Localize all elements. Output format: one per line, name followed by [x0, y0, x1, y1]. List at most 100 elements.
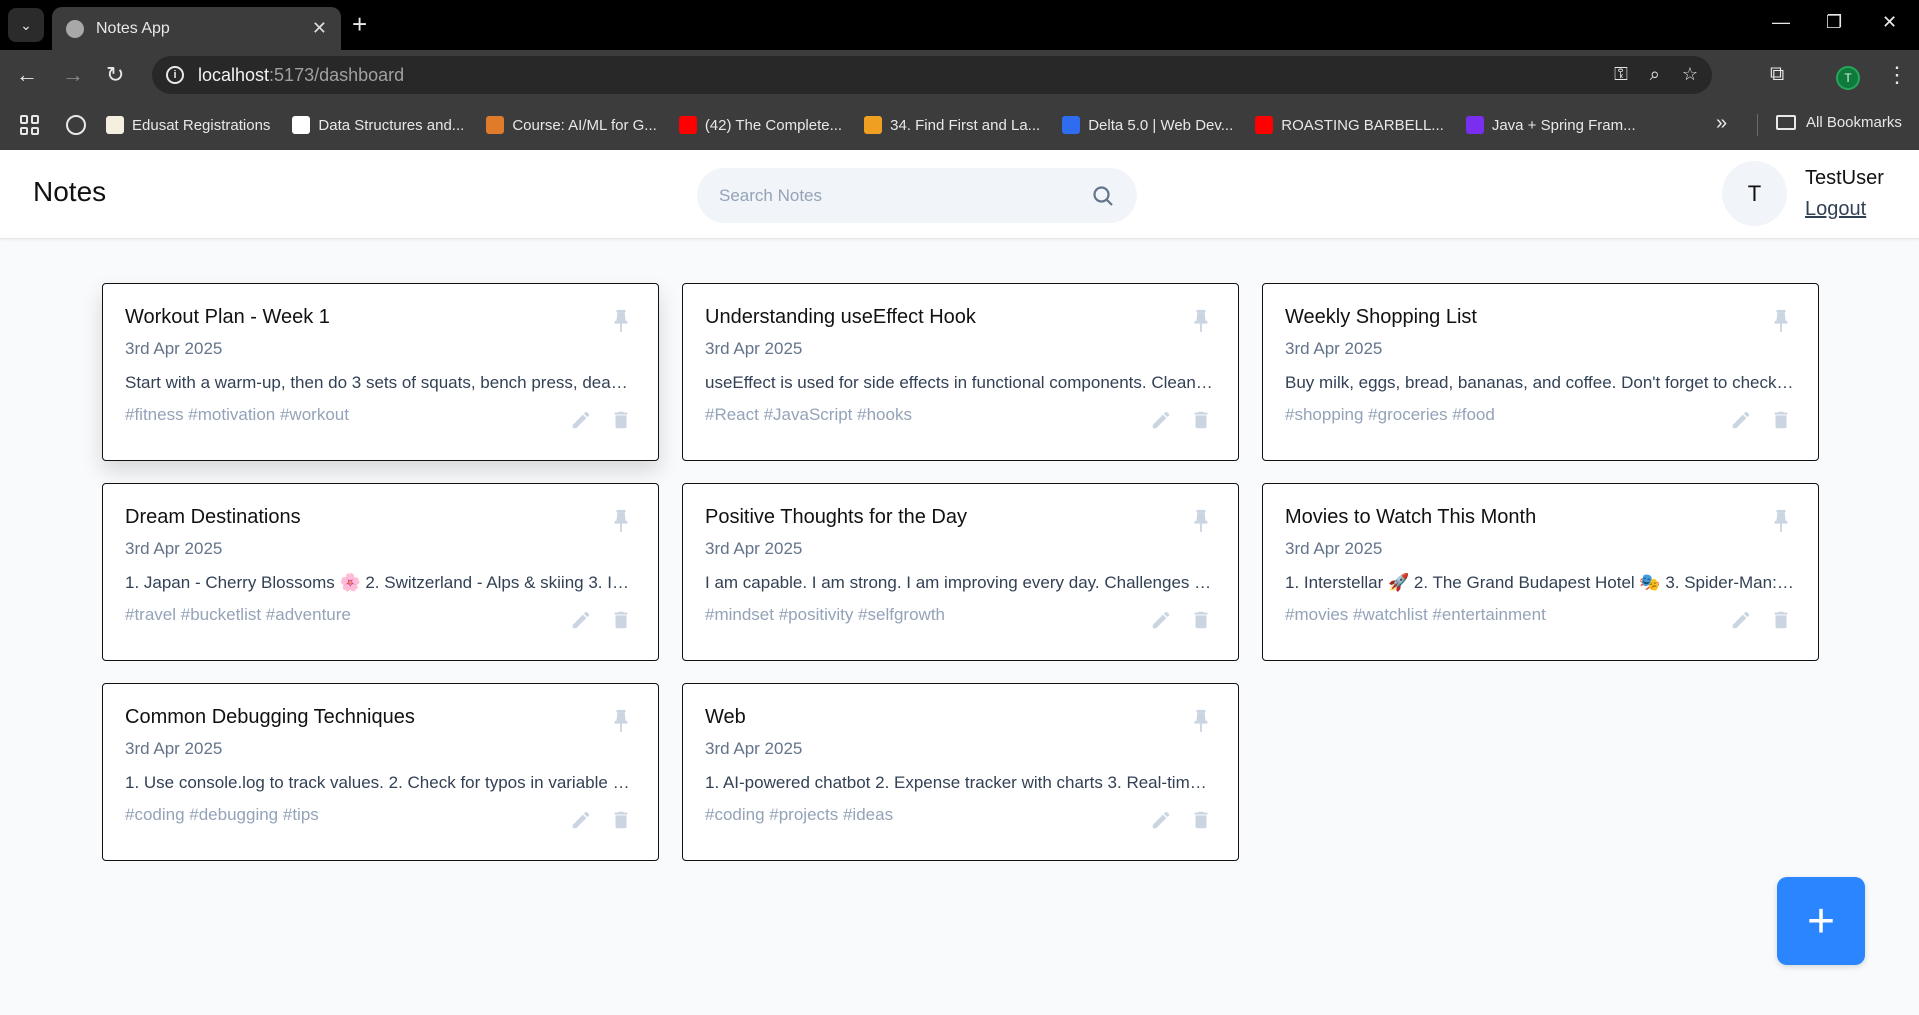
user-name: TestUser: [1805, 167, 1884, 189]
bookmark-label: Java + Spring Fram...: [1491, 116, 1636, 134]
note-content: Start with a warm-up, then do 3 sets of …: [125, 373, 635, 392]
search-icon[interactable]: [1091, 184, 1115, 208]
edit-icon[interactable]: [1150, 609, 1172, 636]
note-card[interactable]: Common Debugging Techniques 3rd Apr 2025 1…: [102, 683, 659, 861]
note-card[interactable]: Positive Thoughts for the Day 3rd Apr 202…: [682, 483, 1239, 661]
note-date: 3rd Apr 2025: [1285, 339, 1383, 358]
note-card[interactable]: Understanding useEffect Hook 3rd Apr 2025…: [682, 283, 1239, 461]
note-date: 3rd Apr 2025: [705, 739, 803, 758]
note-title: Understanding useEffect Hook: [705, 306, 976, 328]
edit-icon[interactable]: [570, 409, 592, 436]
edit-icon[interactable]: [1730, 409, 1752, 436]
forward-icon[interactable]: →: [62, 63, 84, 87]
window-close-icon[interactable]: ✕: [1882, 12, 1897, 33]
delete-icon[interactable]: [610, 609, 632, 636]
tab-search-button[interactable]: ⌄: [8, 8, 44, 42]
bookmark-label: Data Structures and...: [318, 116, 465, 134]
bookmark-item[interactable]: 34. Find First and La...: [864, 116, 1040, 134]
bookmark-label: Delta 5.0 | Web Dev...: [1088, 116, 1234, 134]
site-info-icon[interactable]: i: [166, 66, 184, 84]
note-title: Dream Destinations: [125, 506, 301, 528]
bookmark-item[interactable]: Delta 5.0 | Web Dev...: [1062, 116, 1233, 134]
back-icon[interactable]: ←: [16, 63, 38, 87]
note-content: Buy milk, eggs, bread, bananas, and coff…: [1285, 373, 1795, 392]
edit-icon[interactable]: [570, 809, 592, 836]
new-tab-button[interactable]: +: [352, 10, 367, 38]
pin-icon[interactable]: [610, 308, 632, 334]
profile-avatar[interactable]: T: [1836, 66, 1860, 90]
logout-button[interactable]: Logout: [1805, 198, 1866, 221]
bookmark-label: Edusat Registrations: [132, 116, 271, 134]
bookmark-favicon-icon: [1465, 116, 1484, 134]
delete-icon[interactable]: [1190, 409, 1212, 436]
password-key-icon[interactable]: ⚿: [1614, 64, 1628, 85]
note-tags: #travel #bucketlist #adventure: [125, 605, 351, 624]
note-title: Movies to Watch This Month: [1285, 506, 1537, 528]
note-content: I am capable. I am strong. I am improvin…: [705, 573, 1215, 592]
bookmark-item[interactable]: Data Structures and...: [292, 116, 464, 134]
notes-grid: Workout Plan - Week 1 3rd Apr 2025 Start w…: [102, 283, 1820, 861]
globe-icon[interactable]: [66, 115, 86, 135]
extensions-icon[interactable]: ⧉: [1770, 63, 1784, 86]
add-note-button[interactable]: +: [1777, 877, 1865, 965]
bookmark-item[interactable]: Java + Spring Fram...: [1465, 116, 1636, 134]
note-date: 3rd Apr 2025: [125, 339, 223, 358]
edit-icon[interactable]: [570, 609, 592, 636]
restore-icon[interactable]: ❐: [1826, 12, 1842, 33]
note-card[interactable]: Dream Destinations 3rd Apr 2025 1. Japan -…: [102, 483, 659, 661]
bookmark-favicon-icon: [486, 116, 505, 134]
bookmark-item[interactable]: ROASTING BARBELL...: [1255, 116, 1444, 134]
note-tags: #coding #projects #ideas: [705, 805, 894, 824]
zoom-icon[interactable]: ⌕: [1650, 64, 1660, 85]
edit-icon[interactable]: [1150, 409, 1172, 436]
pin-icon[interactable]: [1770, 508, 1792, 534]
pin-icon[interactable]: [1190, 708, 1212, 734]
search-bar: [697, 168, 1137, 223]
bookmark-item[interactable]: Course: AI/ML for G...: [486, 116, 657, 134]
browser-tab[interactable]: Notes App ✕: [52, 7, 341, 50]
apps-grid-icon[interactable]: [20, 115, 40, 135]
pin-icon[interactable]: [610, 708, 632, 734]
more-bookmarks-icon[interactable]: »: [1716, 112, 1727, 135]
tab-favicon-icon: [66, 19, 84, 38]
bookmark-item[interactable]: (42) The Complete...: [678, 116, 843, 134]
note-tags: #fitness #motivation #workout: [125, 405, 349, 424]
note-card[interactable]: Web 3rd Apr 2025 1. AI-powered chatbot 2. …: [682, 683, 1239, 861]
delete-icon[interactable]: [1770, 609, 1792, 636]
search-input[interactable]: [719, 185, 1091, 206]
note-card[interactable]: Movies to Watch This Month 3rd Apr 2025 1.…: [1262, 483, 1819, 661]
url-host: localhost: [198, 64, 270, 85]
bookmarks-bar: Edusat Registrations Data Structures and.…: [0, 100, 1919, 150]
tab-close-icon[interactable]: ✕: [312, 18, 327, 39]
bookmark-favicon-icon: [1062, 116, 1081, 134]
delete-icon[interactable]: [1770, 409, 1792, 436]
note-content: useEffect is used for side effects in fu…: [705, 373, 1215, 392]
minimize-icon[interactable]: —: [1772, 12, 1790, 33]
bookmark-label: (42) The Complete...: [704, 116, 843, 134]
delete-icon[interactable]: [1190, 609, 1212, 636]
note-card[interactable]: Workout Plan - Week 1 3rd Apr 2025 Start w…: [102, 283, 659, 461]
edit-icon[interactable]: [1150, 809, 1172, 836]
delete-icon[interactable]: [610, 409, 632, 436]
bookmark-favicon-icon: [678, 116, 697, 134]
edit-icon[interactable]: [1730, 609, 1752, 636]
note-card[interactable]: Weekly Shopping List 3rd Apr 2025 Buy milk…: [1262, 283, 1819, 461]
note-content: 1. AI-powered chatbot 2. Expense tracker…: [705, 773, 1215, 792]
bookmark-star-icon[interactable]: ☆: [1682, 64, 1698, 85]
address-bar[interactable]: i localhost:5173/dashboard ⚿ ⌕ ☆: [152, 56, 1712, 94]
delete-icon[interactable]: [1190, 809, 1212, 836]
delete-icon[interactable]: [610, 809, 632, 836]
bookmark-item[interactable]: Edusat Registrations: [106, 116, 270, 134]
pin-icon[interactable]: [610, 508, 632, 534]
pin-icon[interactable]: [1190, 508, 1212, 534]
browser-menu-icon[interactable]: ⋮: [1886, 62, 1908, 88]
note-title: Common Debugging Techniques: [125, 706, 415, 728]
note-content: 1. Japan - Cherry Blossoms 🌸 2. Switzerl…: [125, 573, 635, 592]
note-tags: #coding #debugging #tips: [125, 805, 319, 824]
reload-icon[interactable]: ↻: [106, 63, 124, 87]
pin-icon[interactable]: [1190, 308, 1212, 334]
note-date: 3rd Apr 2025: [1285, 539, 1383, 558]
note-title: Weekly Shopping List: [1285, 306, 1477, 328]
all-bookmarks-button[interactable]: All Bookmarks: [1776, 114, 1902, 131]
pin-icon[interactable]: [1770, 308, 1792, 334]
